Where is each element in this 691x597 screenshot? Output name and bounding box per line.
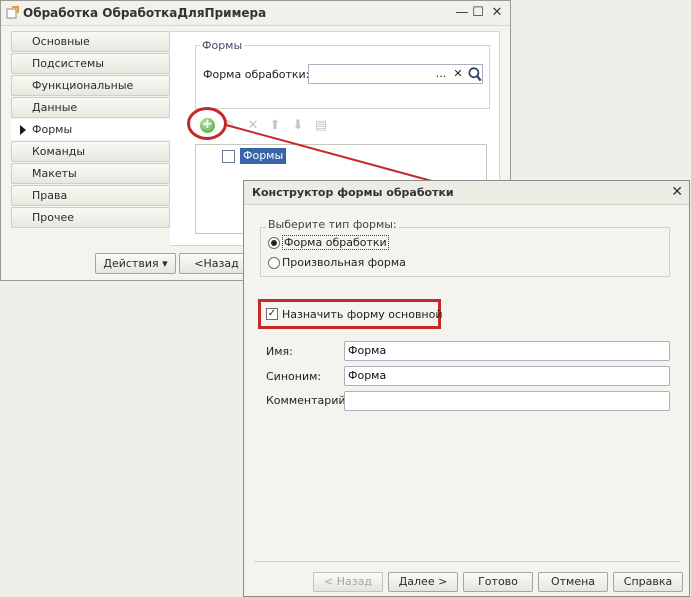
help-button[interactable]: Справка	[613, 572, 683, 592]
back-button[interactable]: < Назад	[313, 572, 383, 592]
comment-field[interactable]	[344, 391, 670, 411]
radio-custom-form-label[interactable]: Произвольная форма	[282, 256, 406, 269]
dialog-close-button[interactable]: ✕	[671, 184, 683, 200]
radio-processing-form-label[interactable]: Форма обработки	[282, 235, 389, 250]
dialog-title: Конструктор формы обработки	[252, 186, 454, 199]
radio-custom-form[interactable]	[268, 257, 280, 269]
cancel-button[interactable]: Отмена	[538, 572, 608, 592]
form-wizard-dialog: Конструктор формы обработки ✕ Выберите т…	[243, 180, 690, 597]
dialog-separator	[254, 561, 680, 562]
name-label: Имя:	[266, 345, 293, 358]
synonym-label: Синоним:	[266, 370, 322, 383]
name-field[interactable]: Форма	[344, 341, 670, 361]
set-main-checkbox[interactable]: ✓	[266, 308, 278, 320]
done-button[interactable]: Готово	[463, 572, 533, 592]
comment-label: Комментарий:	[266, 394, 350, 407]
dialog-titlebar: Конструктор формы обработки ✕	[244, 181, 689, 205]
radio-processing-form[interactable]	[268, 237, 280, 249]
synonym-field[interactable]: Форма	[344, 366, 670, 386]
form-type-caption: Выберите тип формы:	[266, 218, 399, 231]
set-main-label[interactable]: Назначить форму основной	[282, 308, 443, 321]
next-button[interactable]: Далее >	[388, 572, 458, 592]
